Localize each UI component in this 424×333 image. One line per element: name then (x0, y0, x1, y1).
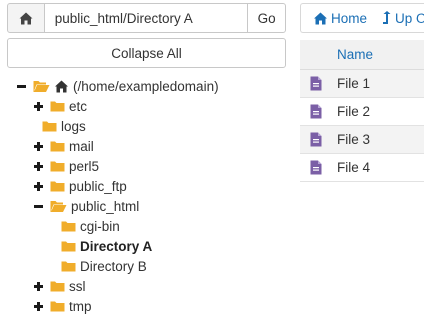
expand-toggle-icon[interactable] (33, 180, 45, 192)
file-toolbar: Home Up One Level (300, 3, 424, 33)
folder-icon (50, 140, 65, 152)
tree-item-label: ssl (69, 278, 86, 294)
table-header: Name (300, 40, 424, 70)
tree-item-label: logs (61, 118, 86, 134)
tree-item-tmp[interactable]: tmp (33, 296, 92, 316)
file-name: File 2 (337, 104, 371, 119)
folder-icon (61, 220, 76, 232)
file-table: Name File 1 File 2 File 3 File 4 (300, 40, 424, 182)
tree-item-etc[interactable]: etc (33, 96, 87, 116)
tree-root[interactable]: (/home/exampledomain) (16, 76, 219, 96)
folder-icon (50, 100, 65, 112)
table-row[interactable]: File 3 (300, 126, 424, 154)
folder-icon (61, 240, 76, 252)
tree-root-label: (/home/exampledomain) (73, 78, 219, 94)
go-button[interactable]: Go (247, 3, 286, 33)
home-icon (54, 80, 69, 93)
collapse-all-button[interactable]: Collapse All (7, 38, 286, 68)
tree-item-mail[interactable]: mail (33, 136, 94, 156)
collapse-toggle-icon[interactable] (16, 80, 28, 92)
expand-toggle-icon[interactable] (33, 160, 45, 172)
tree-item-label: public_html (71, 198, 140, 214)
toolbar-home-button[interactable]: Home (313, 11, 367, 26)
folder-icon (50, 280, 65, 292)
folder-icon (50, 300, 65, 312)
expand-toggle-icon[interactable] (33, 140, 45, 152)
tree-item-label: mail (69, 138, 94, 154)
expand-toggle-icon[interactable] (33, 280, 45, 292)
expand-toggle-icon[interactable] (33, 100, 45, 112)
path-bar: Go (7, 3, 286, 33)
toolbar-home-label: Home (331, 10, 368, 26)
tree-item-label: tmp (69, 298, 92, 314)
tree-item-label: perl5 (69, 158, 100, 174)
toolbar-up-label: Up One Level (395, 10, 424, 26)
tree-item-label: public_ftp (69, 178, 127, 194)
toolbar-up-one-level-button[interactable]: Up One Level (382, 11, 424, 26)
tree-item-ssl[interactable]: ssl (33, 276, 86, 296)
open-folder-icon (50, 200, 67, 213)
tree-item-perl5[interactable]: perl5 (33, 156, 99, 176)
tree-item-label: etc (69, 98, 88, 114)
collapse-toggle-icon[interactable] (33, 200, 45, 212)
tree-item-label: Directory B (80, 258, 147, 274)
tree-item-logs[interactable]: logs (42, 116, 86, 136)
file-icon (300, 132, 337, 147)
table-row[interactable]: File 4 (300, 154, 424, 182)
tree-item-directory-a[interactable]: Directory A (61, 236, 152, 256)
file-name: File 3 (337, 132, 371, 147)
level-up-icon (383, 11, 391, 24)
home-button[interactable] (7, 3, 45, 33)
file-icon (300, 160, 337, 175)
path-input[interactable] (44, 3, 248, 33)
tree-item-public-html[interactable]: public_html (33, 196, 139, 216)
folder-icon (50, 180, 65, 192)
home-icon (314, 12, 327, 24)
table-row[interactable]: File 2 (300, 98, 424, 126)
file-name: File 4 (337, 160, 371, 175)
tree-item-label: Directory A (80, 238, 153, 254)
expand-toggle-icon[interactable] (33, 300, 45, 312)
folder-icon (42, 120, 57, 132)
folder-icon (50, 160, 65, 172)
column-header-name[interactable]: Name (337, 47, 373, 62)
tree-item-label: cgi-bin (80, 218, 120, 234)
file-icon (300, 104, 337, 119)
home-icon (19, 12, 33, 24)
open-folder-icon (33, 80, 50, 93)
file-name: File 1 (337, 76, 371, 91)
tree-item-public-ftp[interactable]: public_ftp (33, 176, 127, 196)
folder-icon (61, 260, 76, 272)
table-row[interactable]: File 1 (300, 70, 424, 98)
tree-item-cgi-bin[interactable]: cgi-bin (61, 216, 120, 236)
tree-item-directory-b[interactable]: Directory B (61, 256, 147, 276)
file-icon (300, 76, 337, 91)
